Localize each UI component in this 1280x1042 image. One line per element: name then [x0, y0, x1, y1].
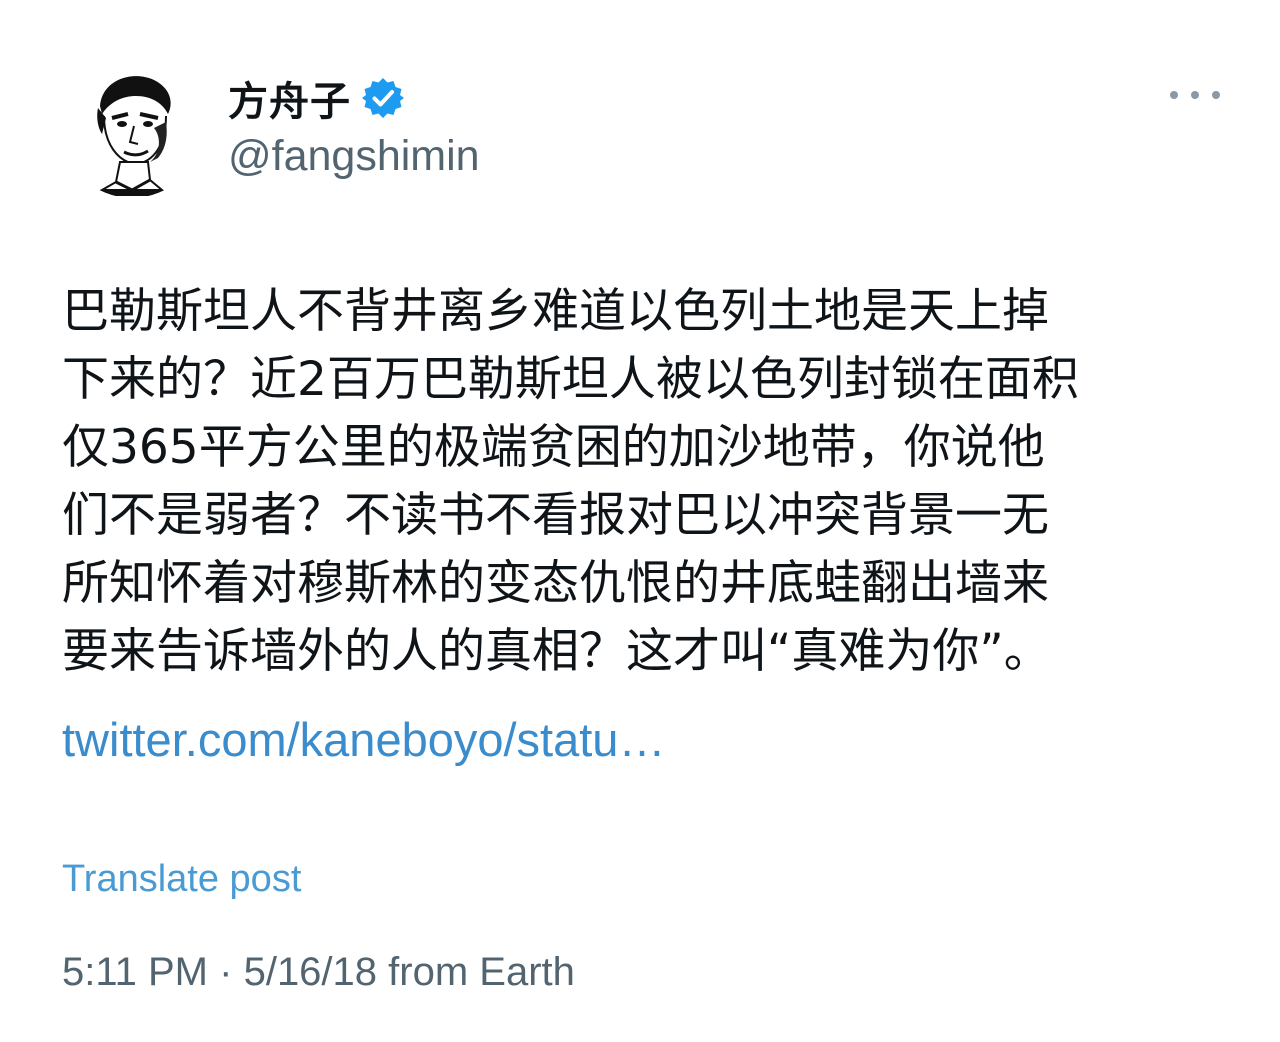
tweet-text-line: 下来的？近2百万巴勒斯坦人被以色列封锁在面积	[62, 352, 1079, 407]
tweet-text-line: 仅365平方公里的极端贫困的加沙地带，你说他	[62, 420, 1045, 475]
more-dot-icon	[1191, 91, 1199, 99]
tweet-url-link[interactable]: twitter.com/kaneboyo/statu…	[62, 712, 665, 767]
tweet-text-line: 巴勒斯坦人不背井离乡难道以色列土地是天上掉	[62, 284, 1049, 339]
verified-badge-icon[interactable]	[361, 76, 405, 120]
avatar-portrait-icon	[63, 59, 201, 197]
tweet-text-line: 们不是弱者？不读书不看报对巴以冲突背景一无	[62, 488, 1049, 543]
more-options-button[interactable]	[1170, 78, 1220, 112]
display-name[interactable]: 方舟子	[228, 69, 351, 127]
timestamp-separator: ·	[219, 950, 233, 994]
more-dot-icon	[1170, 91, 1178, 99]
tweet-date[interactable]: 5/16/18	[244, 950, 377, 994]
tweet-time[interactable]: 5:11 PM	[62, 950, 208, 994]
tweet-source: from Earth	[388, 950, 575, 994]
tweet-text-line: 要来告诉墙外的人的真相？这才叫“真难为你”。	[62, 624, 1051, 679]
avatar[interactable]	[62, 58, 202, 198]
tweet-text: 巴勒斯坦人不背井离乡难道以色列土地是天上掉 下来的？近2百万巴勒斯坦人被以色列封…	[62, 278, 1242, 686]
more-dot-icon	[1212, 91, 1220, 99]
translate-post-link[interactable]: Translate post	[62, 858, 301, 901]
tweet-timestamp-row: 5:11 PM · 5/16/18 from Earth	[62, 950, 575, 995]
tweet-card: 方舟子 @fangshimin 巴勒斯坦人不背井离乡难道以色列土地是天上掉 下来…	[0, 0, 1280, 1042]
author-name-row: 方舟子	[228, 68, 405, 128]
tweet-text-line: 所知怀着对穆斯林的变态仇恨的井底蛙翻出墙来	[62, 556, 1049, 611]
author-handle[interactable]: @fangshimin	[228, 132, 480, 181]
